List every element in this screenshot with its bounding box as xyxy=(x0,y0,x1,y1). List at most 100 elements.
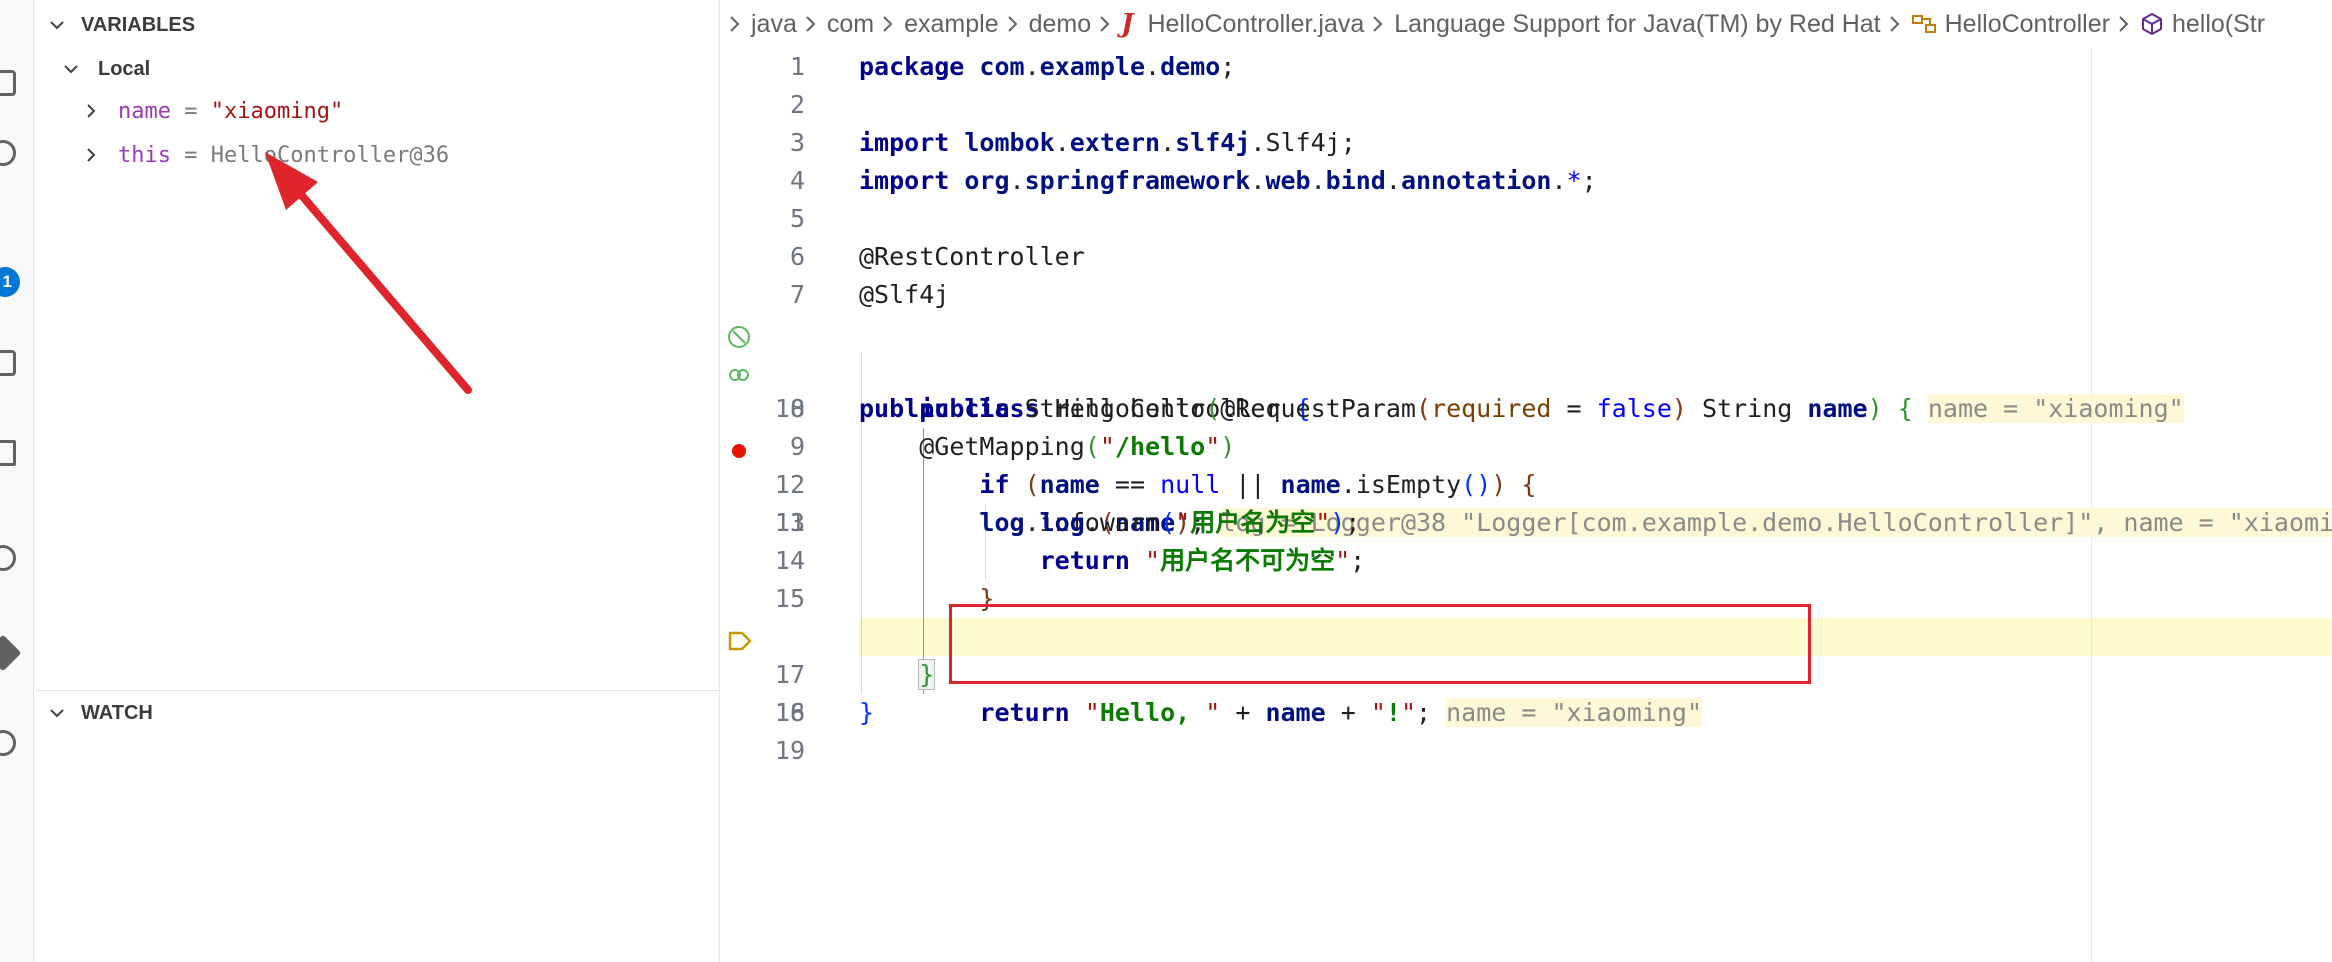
breadcrumb-item-java[interactable]: java xyxy=(751,10,797,39)
breadcrumb-item-com[interactable]: com xyxy=(827,10,874,39)
test-status-icon[interactable] xyxy=(727,322,751,348)
chevron-down-icon xyxy=(60,58,82,80)
dot: . xyxy=(1024,52,1040,81)
brace: } xyxy=(918,659,936,690)
code-line-2[interactable]: 2 xyxy=(721,86,2332,124)
breadcrumb-item-file[interactable]: J HelloController.java xyxy=(1121,9,1364,39)
brace: } xyxy=(859,698,875,727)
chevron-right-icon xyxy=(80,100,102,122)
explorer-icon[interactable] xyxy=(0,70,16,96)
chevron-right-icon xyxy=(1003,14,1023,34)
code-line-3[interactable]: 3 import lombok.extern.slf4j.Slf4j; xyxy=(721,124,2332,162)
code-line-14[interactable]: 14 return "用户名不可为空"; xyxy=(721,542,2332,580)
field-ref: log xyxy=(1039,508,1085,537)
type: String xyxy=(1702,394,1793,423)
breadcrumb-item-method[interactable]: hello(Str xyxy=(2140,10,2265,39)
variable-row-name[interactable]: name = "xiaoming" xyxy=(80,91,343,131)
string-literal: 用户名为空 xyxy=(1190,508,1316,537)
breadcrumb: java com example demo J HelloController.… xyxy=(721,0,2332,48)
code-line-11[interactable]: 11 log.info(name); log = Logger@38 "Logg… xyxy=(721,428,2332,537)
quote: " xyxy=(1175,508,1191,537)
paren: ) xyxy=(1671,394,1687,423)
chevron-right-icon xyxy=(725,14,745,34)
source-control-badge[interactable]: 1 xyxy=(0,267,20,297)
debug-current-line-icon[interactable] xyxy=(727,626,752,651)
package-part: annotation xyxy=(1400,166,1552,195)
code-line-5[interactable]: 5 xyxy=(721,200,2332,238)
paren: ( xyxy=(1205,394,1221,423)
dot: . xyxy=(1250,166,1266,195)
breadcrumb-item-language-support[interactable]: Language Support for Java(TM) by Red Hat xyxy=(1394,10,1880,39)
variable-name: name xyxy=(118,98,171,124)
package-part: bind xyxy=(1325,166,1386,195)
line-number: 14 xyxy=(774,546,805,575)
code-line-19[interactable]: 19 xyxy=(721,732,2332,770)
breakpoint-icon[interactable] xyxy=(727,436,751,460)
code-line-8[interactable]: 8 public class HelloController { xyxy=(721,314,2332,423)
chevron-right-icon xyxy=(1095,14,1115,34)
code-line-6[interactable]: 6 @RestController xyxy=(721,238,2332,276)
dot: . xyxy=(1084,508,1100,537)
package-part: web xyxy=(1265,166,1311,195)
watch-title: WATCH xyxy=(81,701,153,724)
code-line-7[interactable]: 7 @Slf4j xyxy=(721,276,2332,314)
operator: == xyxy=(1099,470,1161,499)
semicolon: ; xyxy=(1350,546,1366,575)
line-number: 7 xyxy=(789,280,805,309)
package-part: org xyxy=(964,166,1010,195)
java-file-icon: J xyxy=(1121,9,1134,39)
package-part: com xyxy=(979,52,1025,81)
extensions-icon[interactable] xyxy=(0,440,16,466)
keyword: if xyxy=(979,470,1010,499)
param-name: required xyxy=(1431,394,1552,423)
variable-row-this[interactable]: this = HelloController@36 xyxy=(80,135,449,175)
chevron-right-icon xyxy=(878,14,898,34)
line-number: 6 xyxy=(789,242,805,271)
git-icon[interactable] xyxy=(0,634,22,672)
variables-section-header[interactable]: VARIABLES xyxy=(35,5,720,45)
link-icon[interactable] xyxy=(727,360,751,384)
code-line-9[interactable]: 9 @GetMapping("/hello") xyxy=(721,352,2332,461)
breadcrumb-item-class[interactable]: HelloController xyxy=(1911,10,2110,39)
dot: . xyxy=(1340,470,1356,499)
code-editor[interactable]: 1 package com.example.demo; 2 3 import lom… xyxy=(721,48,2332,962)
run-debug-icon[interactable] xyxy=(0,350,16,376)
chevron-right-icon xyxy=(1368,14,1388,34)
paren: ( xyxy=(1160,508,1176,537)
argument: name xyxy=(1807,394,1868,423)
code-line-13[interactable]: 13 log.warn("用户名为空"); xyxy=(721,504,2332,542)
breadcrumb-item-demo[interactable]: demo xyxy=(1029,10,1092,39)
code-line-12[interactable]: 12 if (name == null || name.isEmpty()) { xyxy=(721,466,2332,504)
search-icon[interactable] xyxy=(0,140,16,166)
chevron-right-icon xyxy=(1885,14,1905,34)
variable-ref: name xyxy=(1280,470,1341,499)
variable-equals: = xyxy=(170,98,211,124)
paren: ) xyxy=(1330,508,1346,537)
variables-title: VARIABLES xyxy=(81,13,196,36)
dot: . xyxy=(1145,52,1161,81)
dot: . xyxy=(1310,166,1326,195)
highlight-annotation-box xyxy=(949,604,1811,684)
code-line-10[interactable]: 10 public String hello(@RequestParam(req… xyxy=(721,390,2332,428)
operator: || xyxy=(1220,470,1281,499)
class-icon xyxy=(1911,13,1937,35)
operator: = xyxy=(1551,394,1597,423)
line-number: 13 xyxy=(774,508,805,537)
null-literal: null xyxy=(1160,470,1221,499)
code-line-4[interactable]: 4 import org.springframework.web.bind.ann… xyxy=(721,162,2332,200)
inline-debug-value: name = "xiaoming" xyxy=(1927,394,2184,423)
package-part: demo xyxy=(1160,52,1221,81)
code-line-1[interactable]: 1 package com.example.demo; xyxy=(721,48,2332,86)
breadcrumb-item-example[interactable]: example xyxy=(904,10,999,39)
line-number: 4 xyxy=(789,166,805,195)
quote: " xyxy=(1315,508,1331,537)
accounts-icon[interactable] xyxy=(0,730,16,756)
chevron-right-icon xyxy=(801,14,821,34)
annotation: @RestController xyxy=(859,242,1085,271)
settings-sync-icon[interactable] xyxy=(0,545,16,571)
paren: ( xyxy=(1024,470,1040,499)
string-literal: 用户名不可为空 xyxy=(1160,546,1336,575)
code-line-18[interactable]: 18} xyxy=(721,694,2332,732)
scope-local[interactable]: Local xyxy=(60,49,150,89)
watch-section-header[interactable]: WATCH xyxy=(35,693,720,733)
